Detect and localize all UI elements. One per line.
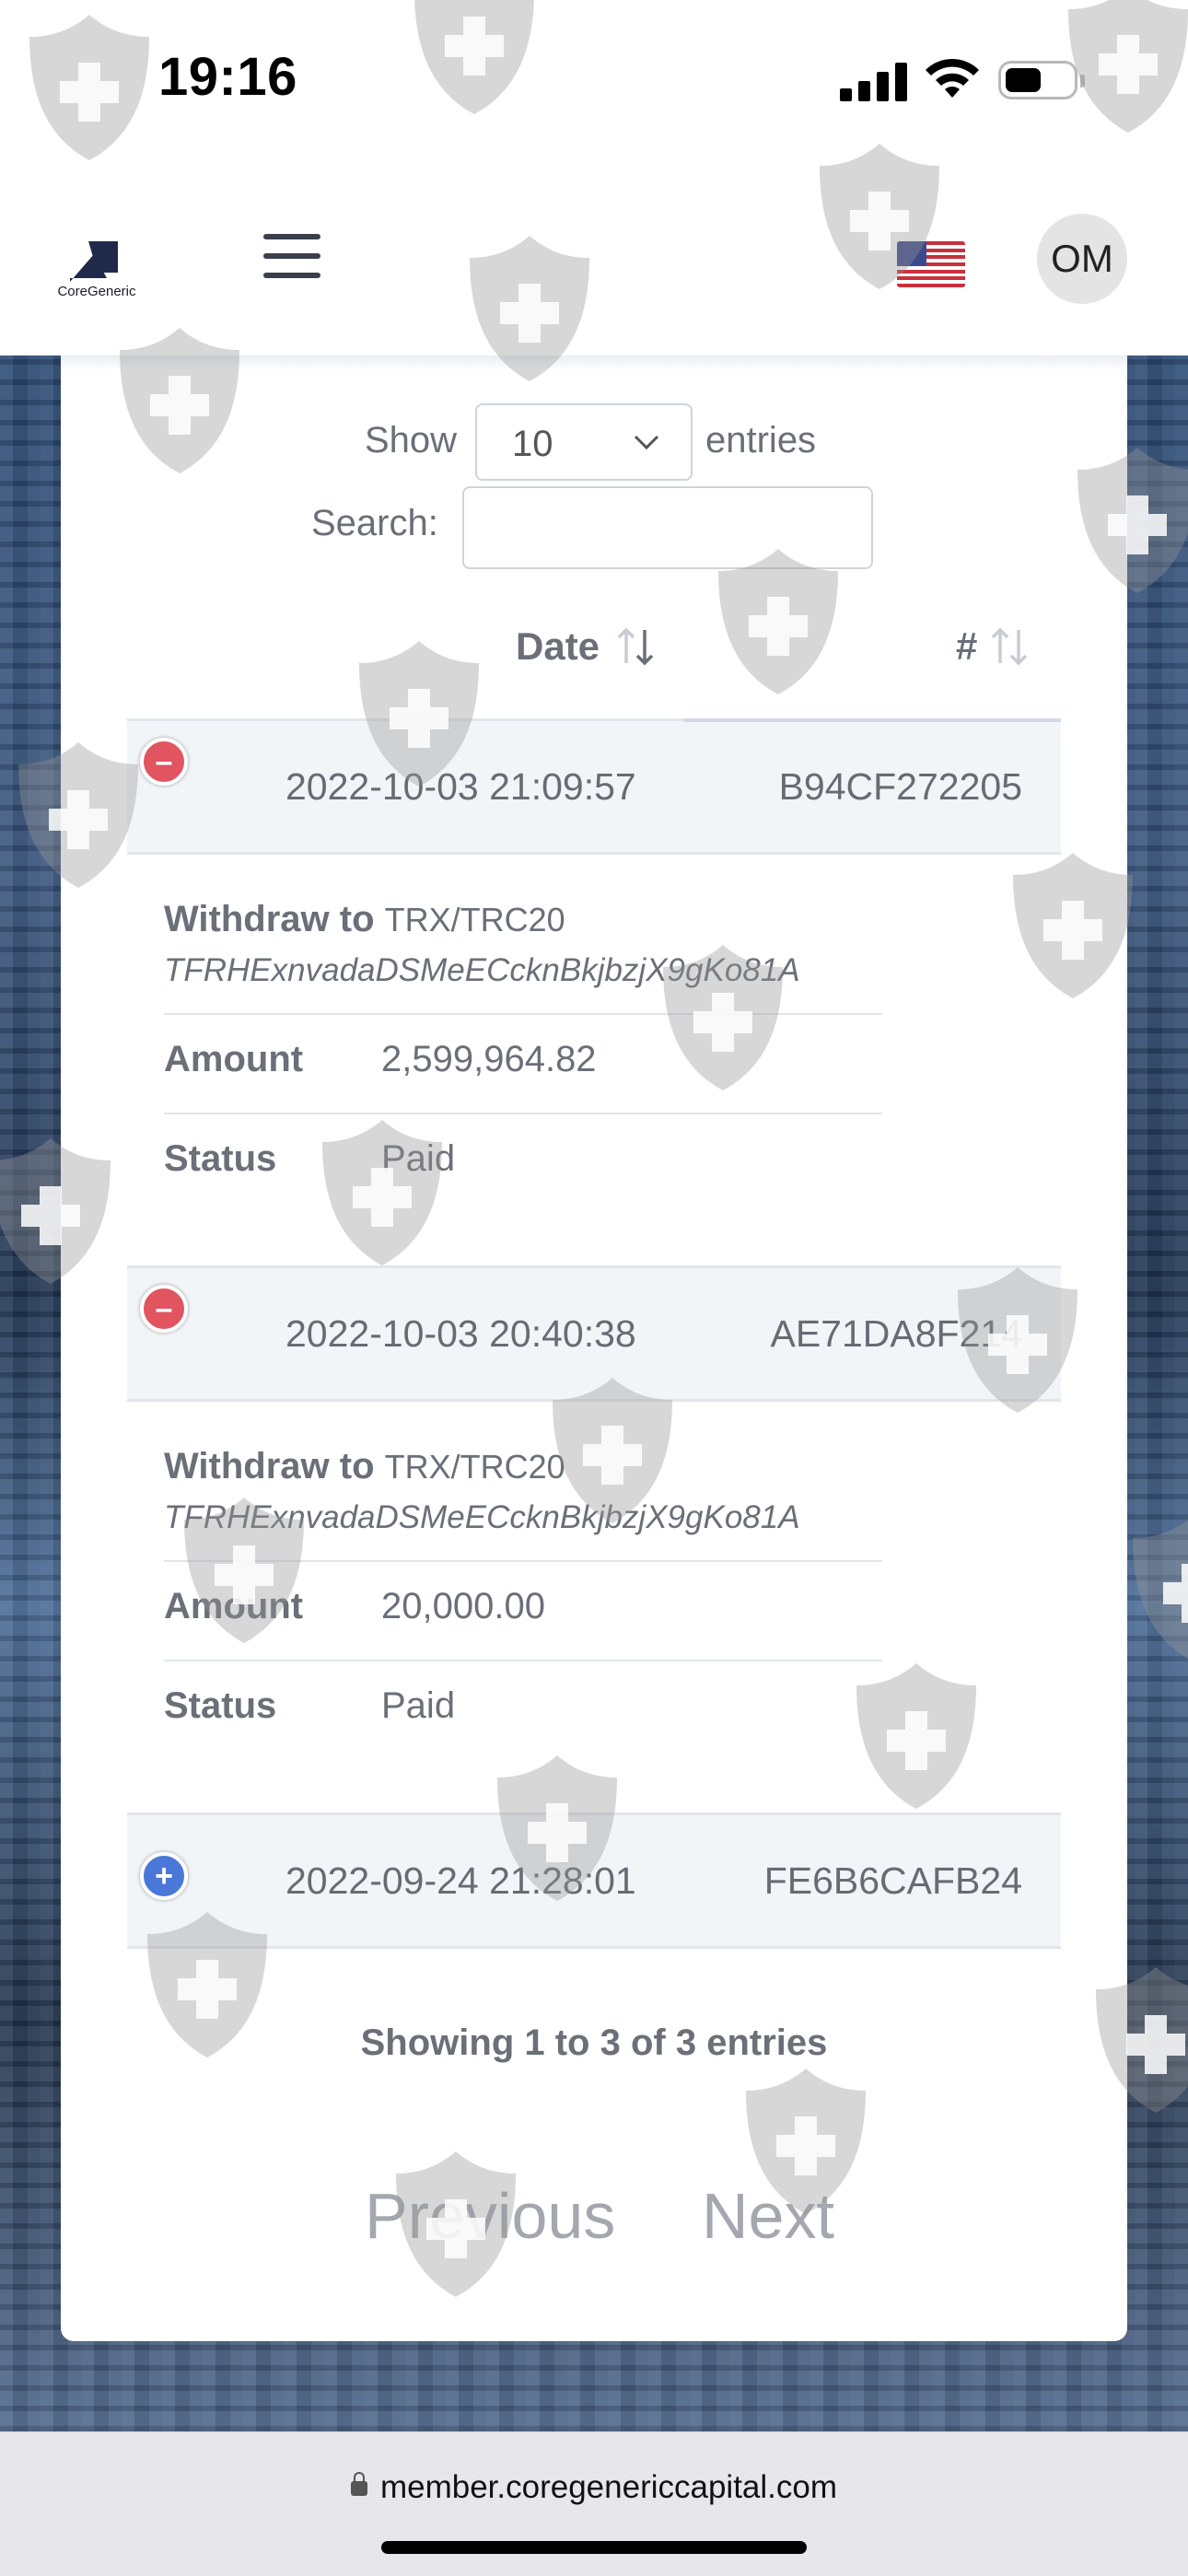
row-date: 2022-10-03 20:40:38 <box>285 1312 636 1355</box>
show-label: Show <box>365 420 458 460</box>
entries-select-value: 10 <box>512 424 553 464</box>
status-time: 19:16 <box>158 47 297 107</box>
row-id: FE6B6CAFB24 <box>763 1859 1022 1902</box>
sort-desc-icon[interactable] <box>613 623 659 670</box>
us-flag-icon[interactable] <box>897 241 965 287</box>
status-value: Paid <box>381 1685 456 1726</box>
cellular-signal-icon <box>840 61 908 101</box>
user-avatar[interactable]: OM <box>1037 214 1127 304</box>
brand-logo-icon[interactable] <box>52 227 144 315</box>
previous-page-button[interactable]: Previous <box>365 2179 615 2253</box>
hamburger-menu-icon[interactable] <box>263 234 320 278</box>
search-label: Search: <box>311 503 438 543</box>
search-input[interactable] <box>462 486 873 569</box>
withdraw-label: Withdraw to TRX/TRC20 <box>164 899 565 939</box>
amount-label: Amount <box>164 1039 304 1079</box>
amount-label: Amount <box>164 1586 304 1626</box>
table-row[interactable]: – 2022-10-03 20:40:38 AE71DA8F214 <box>127 1265 1061 1402</box>
chevron-down-icon <box>634 435 659 450</box>
site-header: CoreGeneric OM <box>0 157 1188 356</box>
entries-per-page-select[interactable]: 10 <box>475 403 693 481</box>
column-header-id[interactable]: # <box>956 624 977 669</box>
amount-value: 2,599,964.82 <box>381 1039 597 1079</box>
withdraw-address: TFRHExnvadaDSMeECcknBkjbzjX9gKo81A <box>164 1499 800 1535</box>
browser-address-bar[interactable]: member.coregenericcapital.com <box>0 2431 1188 2576</box>
table-row[interactable]: + 2022-09-24 21:28:01 FE6B6CAFB24 <box>127 1813 1061 1949</box>
status-label: Status <box>164 1685 277 1726</box>
sort-icon[interactable] <box>987 623 1033 670</box>
entries-label: entries <box>705 420 817 460</box>
withdraw-label: Withdraw to TRX/TRC20 <box>164 1446 565 1486</box>
lock-icon <box>350 2472 367 2496</box>
row-date: 2022-09-24 21:28:01 <box>285 1859 636 1902</box>
row-id: B94CF272205 <box>778 765 1022 808</box>
transactions-card: Show 10 entries Search: Date # – 2022-10… <box>61 356 1127 2341</box>
wifi-icon <box>926 58 979 98</box>
home-indicator[interactable] <box>381 2541 807 2554</box>
url-text[interactable]: member.coregenericcapital.com <box>0 2469 1188 2506</box>
column-header-date[interactable]: Date <box>516 624 600 669</box>
withdraw-network: TRX/TRC20 <box>384 901 565 938</box>
status-label: Status <box>164 1138 277 1179</box>
withdraw-address: TFRHExnvadaDSMeECcknBkjbzjX9gKo81A <box>164 952 800 988</box>
status-value: Paid <box>381 1138 456 1179</box>
table-info: Showing 1 to 3 of 3 entries <box>360 2022 828 2063</box>
expand-row-icon[interactable]: + <box>140 1852 188 1900</box>
row-id: AE71DA8F214 <box>770 1312 1022 1355</box>
amount-value: 20,000.00 <box>381 1586 545 1626</box>
table-row[interactable]: – 2022-10-03 21:09:57 B94CF272205 <box>127 718 1061 855</box>
brand-name: CoreGeneric <box>57 284 136 299</box>
row-date: 2022-10-03 21:09:57 <box>285 765 636 808</box>
next-page-button[interactable]: Next <box>702 2179 834 2253</box>
collapse-row-icon[interactable]: – <box>140 1285 188 1333</box>
collapse-row-icon[interactable]: – <box>140 738 188 786</box>
withdraw-network: TRX/TRC20 <box>384 1448 565 1486</box>
battery-icon <box>998 61 1085 99</box>
status-bar: 19:16 <box>0 0 1188 157</box>
